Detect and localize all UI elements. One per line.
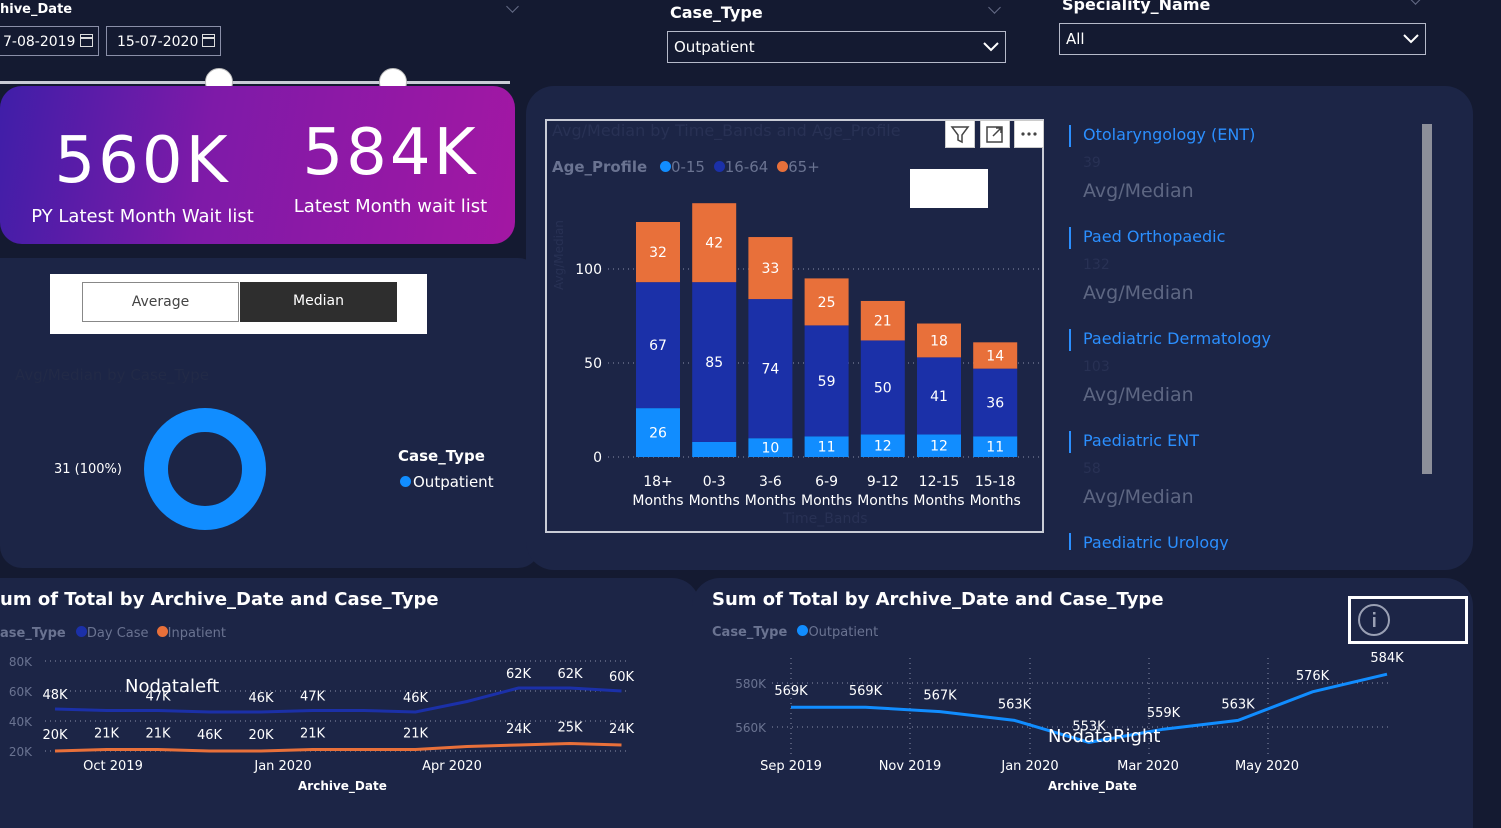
line-data-label: 62K [557, 667, 583, 682]
x-tick-label: Sep 2019 [760, 759, 822, 774]
line-data-label: 567K [923, 689, 957, 704]
legend-item-day-case[interactable]: Day Case [87, 626, 149, 641]
x-tick-label: Apr 2020 [422, 759, 482, 774]
y-tick-label: 40K [9, 715, 33, 729]
line-data-label: 584K [1370, 651, 1404, 666]
info-button[interactable] [1348, 596, 1468, 644]
list-accent-bar [1069, 329, 1071, 351]
legend-item-outpatient[interactable]: Outpatient [808, 625, 878, 640]
list-accent-bar [1069, 533, 1071, 550]
right-x-axis-label: Archive_Date [1048, 779, 1137, 793]
line-data-label: 46K [197, 728, 223, 743]
y-tick-label: 60K [9, 685, 33, 699]
line-data-label: 24K [506, 722, 532, 737]
line-data-label: 569K [849, 684, 883, 699]
line-data-label: 21K [403, 727, 429, 742]
legend-dot-icon [75, 626, 87, 637]
left-line-chart[interactable]: 20K40K60K80K48K 47K 46K 47K 46K62K 62K 60K20K 2… [0, 648, 700, 798]
legend-item-inpatient[interactable]: Inpatient [168, 626, 226, 641]
legend-dot-icon [156, 626, 168, 637]
line-data-label: 563K [1221, 697, 1255, 712]
line-data-label: 563K [998, 697, 1032, 712]
speciality-sub-label: Avg/Median [1083, 384, 1194, 406]
no-data-right-label: NodataRight [1048, 726, 1161, 747]
y-tick-label: 80K [9, 655, 33, 669]
speciality-sub-label: Avg/Median [1083, 282, 1194, 304]
x-tick-label: Oct 2019 [83, 759, 143, 774]
line-data-label: 559K [1147, 706, 1181, 721]
speciality-value: 132 [1083, 257, 1110, 273]
speciality-value: 39 [1083, 155, 1101, 171]
right-line-chart-title: Sum of Total by Archive_Date and Case_Ty… [712, 589, 1164, 610]
line-data-label: 576K [1296, 669, 1330, 684]
left-x-axis-label: Archive_Date [298, 779, 387, 793]
line-data-label: 48K [42, 688, 68, 703]
y-tick-label: 580K [735, 677, 767, 691]
line-data-label: 60K [609, 670, 635, 685]
line-data-label: 46K [403, 691, 429, 706]
speciality-list: Otolaryngology (ENT) 39 Avg/Median Paed Ort… [0, 0, 1501, 550]
x-tick-label: Mar 2020 [1117, 759, 1179, 774]
left-line-legend: ase_Type Day Case Inpatient [0, 626, 226, 641]
speciality-name[interactable]: Otolaryngology (ENT) [1083, 125, 1255, 144]
no-data-left-label: Nodataleft [125, 676, 220, 697]
list-accent-bar [1069, 125, 1071, 147]
speciality-value: 103 [1083, 359, 1110, 375]
line-Inpatient[interactable] [54, 741, 622, 753]
y-tick-label: 20K [9, 745, 33, 759]
left-legend-title: ase_Type [0, 626, 66, 641]
line-data-label: 24K [609, 722, 635, 737]
speciality-name[interactable]: Paediatric Dermatology [1083, 329, 1271, 348]
line-data-label: 25K [557, 721, 583, 736]
x-tick-label: May 2020 [1235, 759, 1299, 774]
speciality-value: 58 [1083, 461, 1101, 477]
legend-dot-icon [797, 625, 809, 636]
x-tick-label: Nov 2019 [879, 759, 942, 774]
list-accent-bar [1069, 227, 1071, 249]
speciality-sub-label: Avg/Median [1083, 180, 1194, 202]
line-data-label: 62K [506, 667, 532, 682]
line-data-label: 569K [774, 684, 808, 699]
line-data-label: 20K [42, 728, 68, 743]
line-data-label: 46K [248, 691, 274, 706]
right-line-chart[interactable]: 560K580K569K 569K 567K563K553K559K563K576K… [700, 648, 1480, 798]
speciality-name[interactable]: Paediatric Urology [1083, 533, 1229, 550]
list-accent-bar [1069, 431, 1071, 453]
line-data-label: 21K [94, 727, 120, 742]
x-tick-label: Jan 2020 [1000, 759, 1058, 774]
left-line-chart-title: um of Total by Archive_Date and Case_Typ… [0, 589, 439, 610]
x-tick-label: Jan 2020 [253, 759, 311, 774]
y-tick-label: 560K [735, 721, 767, 735]
line-data-label: 20K [248, 728, 274, 743]
line-data-label: 21K [145, 727, 171, 742]
speciality-name[interactable]: Paediatric ENT [1083, 431, 1199, 450]
speciality-name[interactable]: Paed Orthopaedic [1083, 227, 1225, 246]
speciality-sub-label: Avg/Median [1083, 486, 1194, 508]
right-legend-title: Case_Type [712, 625, 788, 640]
right-line-legend: Case_Type Outpatient [712, 625, 878, 640]
line-data-label: 47K [300, 690, 326, 705]
line-data-label: 21K [300, 727, 326, 742]
